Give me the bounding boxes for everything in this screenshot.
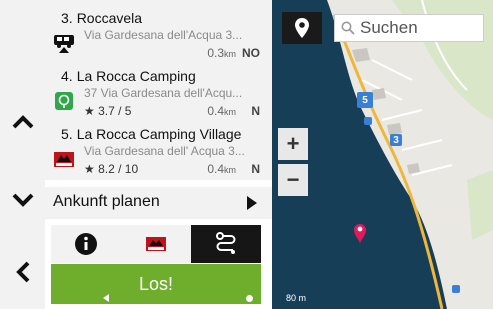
scroll-down-button[interactable]: [0, 175, 45, 225]
item-title: 5. La Rocca Camping Village: [61, 126, 241, 142]
search-placeholder: Suchen: [360, 18, 418, 37]
item-number: 5.: [61, 126, 73, 142]
map-poi-marker[interactable]: [364, 117, 372, 125]
item-address: Via Gardesana dell'Acqua 3...: [84, 28, 243, 42]
chevron-left-icon: [15, 261, 29, 283]
play-arrow-icon: [247, 196, 257, 210]
item-name: La Rocca Camping Village: [76, 126, 242, 142]
results-panel: 3. Roccavela Via Gardesana dell'Acqua 3..…: [45, 0, 272, 309]
tab-route[interactable]: [191, 225, 261, 263]
item-rating: ★ 8.2 / 10: [84, 162, 138, 176]
green-campsite-icon: [55, 92, 73, 110]
distance-value: 0.4: [207, 162, 224, 176]
chevron-down-icon: [12, 193, 33, 207]
campervan-icon: [54, 35, 74, 53]
item-number: 4.: [61, 68, 73, 84]
item-number: 3.: [61, 10, 73, 26]
map-pin-icon: [295, 18, 309, 38]
distance-unit: km: [224, 107, 236, 117]
nav-home-dot-icon: [246, 295, 253, 302]
item-rating: ★ 3.7 / 5: [84, 104, 131, 118]
search-input[interactable]: Suchen: [334, 14, 484, 42]
distance-value: 0.3: [207, 46, 224, 60]
map-cluster-marker[interactable]: 3: [390, 134, 402, 146]
location-button[interactable]: [282, 12, 322, 44]
go-label: Los!: [138, 273, 174, 294]
acsi-logo-icon: [146, 237, 166, 251]
acsi-logo-icon: [54, 152, 74, 167]
item-address: 37 Via Gardesana dell'Acqu...: [84, 86, 243, 100]
back-button[interactable]: [0, 247, 45, 297]
plan-arrival-label: Ankunft planen: [53, 193, 160, 210]
info-icon: [75, 233, 97, 255]
star-icon: ★: [84, 104, 99, 118]
zoom-out-button[interactable]: −: [278, 164, 308, 196]
rating-value: 3.7 / 5: [98, 104, 132, 118]
map-poi-marker[interactable]: [452, 285, 460, 293]
item-name: Roccavela: [76, 10, 143, 26]
map-cluster-marker[interactable]: 5: [357, 92, 373, 108]
chevron-up-icon: [12, 115, 33, 129]
go-button[interactable]: Los!: [51, 264, 261, 304]
route-icon: [216, 232, 236, 254]
plan-arrival-button[interactable]: Ankunft planen: [45, 187, 272, 219]
nav-back-triangle-icon: [103, 294, 109, 302]
nav-rail: [0, 0, 45, 309]
item-distance: 0.3km: [207, 46, 236, 60]
item-distance: 0.4km: [207, 162, 236, 176]
item-title: 3. Roccavela: [61, 10, 142, 26]
results-list: 3. Roccavela Via Gardesana dell'Acqua 3..…: [45, 0, 272, 180]
scroll-up-button[interactable]: [0, 97, 45, 147]
list-item[interactable]: 4. La Rocca Camping 37 Via Gardesana dell…: [45, 66, 272, 124]
distance-unit: km: [224, 165, 236, 175]
item-direction: N: [251, 162, 260, 176]
distance-value: 0.4: [207, 104, 224, 118]
tab-acsi[interactable]: [121, 225, 191, 263]
item-direction: N: [251, 104, 260, 118]
item-distance: 0.4km: [207, 104, 236, 118]
list-item[interactable]: 3. Roccavela Via Gardesana dell'Acqua 3..…: [45, 8, 272, 66]
search-icon: [341, 21, 355, 35]
distance-unit: km: [224, 49, 236, 59]
item-name: La Rocca Camping: [76, 68, 196, 84]
rating-value: 8.2 / 10: [98, 162, 139, 176]
map-scale: 80 m: [286, 293, 307, 303]
detail-tabs: [51, 225, 261, 263]
item-title: 4. La Rocca Camping: [61, 68, 196, 84]
map-view[interactable]: Suchen + − 5 3 80 m: [272, 0, 493, 309]
zoom-in-button[interactable]: +: [278, 128, 308, 160]
list-item[interactable]: 5. La Rocca Camping Village Via Gardesana…: [45, 124, 272, 180]
tab-info[interactable]: [51, 225, 121, 263]
item-direction: NO: [242, 46, 260, 60]
item-address: Via Gardesana dell' Acqua 3...: [84, 144, 245, 158]
star-icon: ★: [84, 162, 99, 176]
